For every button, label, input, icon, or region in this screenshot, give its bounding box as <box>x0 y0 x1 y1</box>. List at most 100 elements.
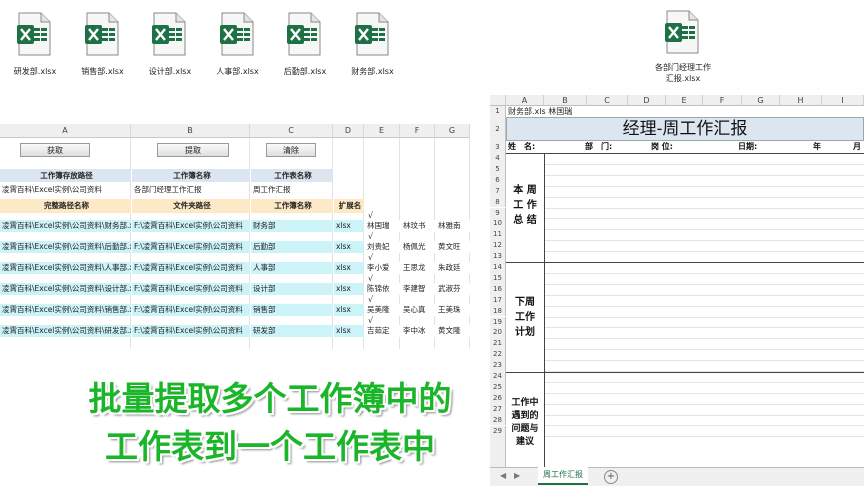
cell-e[interactable]: 吴美隆 <box>365 304 400 316</box>
table-row[interactable]: 凌霄百科\Excel实例\公司资料\研发部.xl F:\凌霄百科\Excel实例\… <box>0 325 470 337</box>
cell-ext[interactable]: xlsx <box>334 325 364 337</box>
row-header[interactable]: 12 <box>490 240 506 252</box>
get-button[interactable]: 获取 <box>20 143 90 157</box>
cell-ext[interactable]: xlsx <box>334 220 364 232</box>
table-row[interactable]: 凌霄百科\Excel实例\公司资料\设计部.xl F:\凌霄百科\Excel实例\… <box>0 283 470 295</box>
row-header[interactable]: 23 <box>490 360 506 371</box>
cell-folder[interactable]: F:\凌霄百科\Excel实例\公司资料 <box>132 304 250 316</box>
source-worksheet[interactable]: ABCDEFG 获取 提取 清除 工作簿存放路径 工作簿名称 工作表名称 凌霄百… <box>0 124 470 349</box>
cell-book[interactable]: 销售部 <box>251 304 333 316</box>
column-header[interactable]: D <box>628 95 666 106</box>
row-header[interactable]: 11 <box>490 229 506 241</box>
tab-scroll-right-icon[interactable]: ▶ <box>514 471 520 480</box>
column-header[interactable]: H <box>780 95 822 106</box>
row-header[interactable]: 3 <box>490 141 506 153</box>
config-path[interactable]: 凌霄百科\Excel实例\公司资料 <box>0 183 131 196</box>
row-header[interactable]: 7 <box>490 185 506 197</box>
row-header[interactable]: 13 <box>490 251 506 262</box>
column-header[interactable]: C <box>587 95 628 106</box>
row-header[interactable]: 8 <box>490 196 506 208</box>
table-row[interactable]: 凌霄百科\Excel实例\公司资料\人事部.xl F:\凌霄百科\Excel实例\… <box>0 262 470 274</box>
column-header[interactable]: A <box>0 124 131 138</box>
corner-cell[interactable] <box>490 95 506 106</box>
column-header[interactable]: B <box>131 124 250 138</box>
cell-full[interactable]: 凌霄百科\Excel实例\公司资料\财务部.xl <box>0 220 131 232</box>
row-header[interactable]: 17 <box>490 294 506 306</box>
column-header[interactable]: A <box>506 95 544 106</box>
row-header[interactable]: 9 <box>490 207 506 219</box>
cell-full[interactable]: 凌霄百科\Excel实例\公司资料\研发部.xl <box>0 325 131 337</box>
cell-f[interactable]: 林玟书 <box>401 220 435 232</box>
cell-book[interactable]: 财务部 <box>251 220 333 232</box>
cell-g[interactable]: 黄文隆 <box>436 325 470 337</box>
row-header[interactable]: 6 <box>490 174 506 186</box>
column-header[interactable]: G <box>742 95 780 106</box>
cell-book[interactable]: 设计部 <box>251 283 333 295</box>
add-sheet-button[interactable]: + <box>604 470 618 484</box>
cell-f[interactable]: 李建智 <box>401 283 435 295</box>
row-header[interactable]: 1 <box>490 106 506 117</box>
extract-button[interactable]: 提取 <box>157 143 229 157</box>
row-header[interactable]: 5 <box>490 163 506 175</box>
cell-f[interactable]: 吴心真 <box>401 304 435 316</box>
column-header[interactable]: F <box>703 95 742 106</box>
cell-g[interactable]: 黄文旺 <box>436 241 470 253</box>
cell-ext[interactable]: xlsx <box>334 283 364 295</box>
cell-f[interactable]: 王思龙 <box>401 262 435 274</box>
cell-full[interactable]: 凌霄百科\Excel实例\公司资料\销售部.xl <box>0 304 131 316</box>
row-header[interactable]: 15 <box>490 272 506 284</box>
desktop-file-item[interactable]: 财务部.xlsx <box>330 2 416 82</box>
cell-ext[interactable]: xlsx <box>334 262 364 274</box>
cell-a1[interactable]: 财务部.xls 林国瑞 <box>508 106 572 117</box>
config-book[interactable]: 各部门经理工作汇报 <box>132 183 250 196</box>
cell-e[interactable]: 吉茹定 <box>365 325 400 337</box>
row-header[interactable]: 22 <box>490 349 506 361</box>
report-worksheet[interactable]: ABCDEFGHI 1 2 3 4 5 6 7 8 9 10 11 12 13 14 15 16 17 18 19 2… <box>490 95 864 486</box>
cell-e[interactable]: 陈锦依 <box>365 283 400 295</box>
clear-button[interactable]: 清除 <box>266 143 316 157</box>
table-row[interactable]: 凌霄百科\Excel实例\公司资料\后勤部.xl F:\凌霄百科\Excel实例\… <box>0 241 470 253</box>
column-header[interactable]: B <box>544 95 587 106</box>
column-header[interactable]: E <box>666 95 703 106</box>
column-header[interactable]: F <box>400 124 435 138</box>
row-header[interactable]: 2 <box>490 117 506 141</box>
config-sheet[interactable]: 周工作汇报 <box>251 183 333 196</box>
cell-e[interactable]: 刘贵妃 <box>365 241 400 253</box>
cell-ext[interactable]: xlsx <box>334 304 364 316</box>
cell-full[interactable]: 凌霄百科\Excel实例\公司资料\人事部.xl <box>0 262 131 274</box>
column-header[interactable]: E <box>364 124 400 138</box>
tab-scroll-left-icon[interactable]: ◀ <box>500 471 506 480</box>
cell-full[interactable]: 凌霄百科\Excel实例\公司资料\后勤部.xl <box>0 241 131 253</box>
cell-ext[interactable]: xlsx <box>334 241 364 253</box>
row-header[interactable]: 20 <box>490 327 506 339</box>
row-header[interactable]: 21 <box>490 338 506 350</box>
row-header[interactable]: 4 <box>490 153 506 164</box>
cell-f[interactable]: 杨佩光 <box>401 241 435 253</box>
cell-folder[interactable]: F:\凌霄百科\Excel实例\公司资料 <box>132 241 250 253</box>
row-header[interactable]: 10 <box>490 218 506 230</box>
cell-e[interactable]: 李小爱 <box>365 262 400 274</box>
cell-book[interactable]: 研发部 <box>251 325 333 337</box>
tab-weekly-report[interactable]: 周工作汇报 <box>538 467 588 485</box>
column-header[interactable]: D <box>333 124 364 138</box>
cell-g[interactable]: 武淑芬 <box>436 283 470 295</box>
cell-book[interactable]: 人事部 <box>251 262 333 274</box>
row-header[interactable]: 14 <box>490 262 506 273</box>
cell-folder[interactable]: F:\凌霄百科\Excel实例\公司资料 <box>132 325 250 337</box>
column-header[interactable]: I <box>822 95 864 106</box>
cell-g[interactable]: 王美珠 <box>436 304 470 316</box>
cell-f[interactable]: 李中冰 <box>401 325 435 337</box>
cell-folder[interactable]: F:\凌霄百科\Excel实例\公司资料 <box>132 262 250 274</box>
table-row[interactable]: 凌霄百科\Excel实例\公司资料\销售部.xl F:\凌霄百科\Excel实例\… <box>0 304 470 316</box>
table-row[interactable]: 凌霄百科\Excel实例\公司资料\财务部.xl F:\凌霄百科\Excel实例\… <box>0 220 470 232</box>
cell-folder[interactable]: F:\凌霄百科\Excel实例\公司资料 <box>132 220 250 232</box>
cell-g[interactable]: 林雅南 <box>436 220 470 232</box>
cell-book[interactable]: 后勤部 <box>251 241 333 253</box>
template-file-icon-item[interactable]: 各部门经理工作 汇报.xlsx <box>640 0 726 83</box>
cell-folder[interactable]: F:\凌霄百科\Excel实例\公司资料 <box>132 283 250 295</box>
cell-e[interactable]: 林国瑞 <box>365 220 400 232</box>
column-header[interactable]: C <box>250 124 333 138</box>
column-header[interactable]: G <box>435 124 470 138</box>
row-header[interactable]: 16 <box>490 283 506 295</box>
row-header[interactable]: 18 <box>490 305 506 317</box>
